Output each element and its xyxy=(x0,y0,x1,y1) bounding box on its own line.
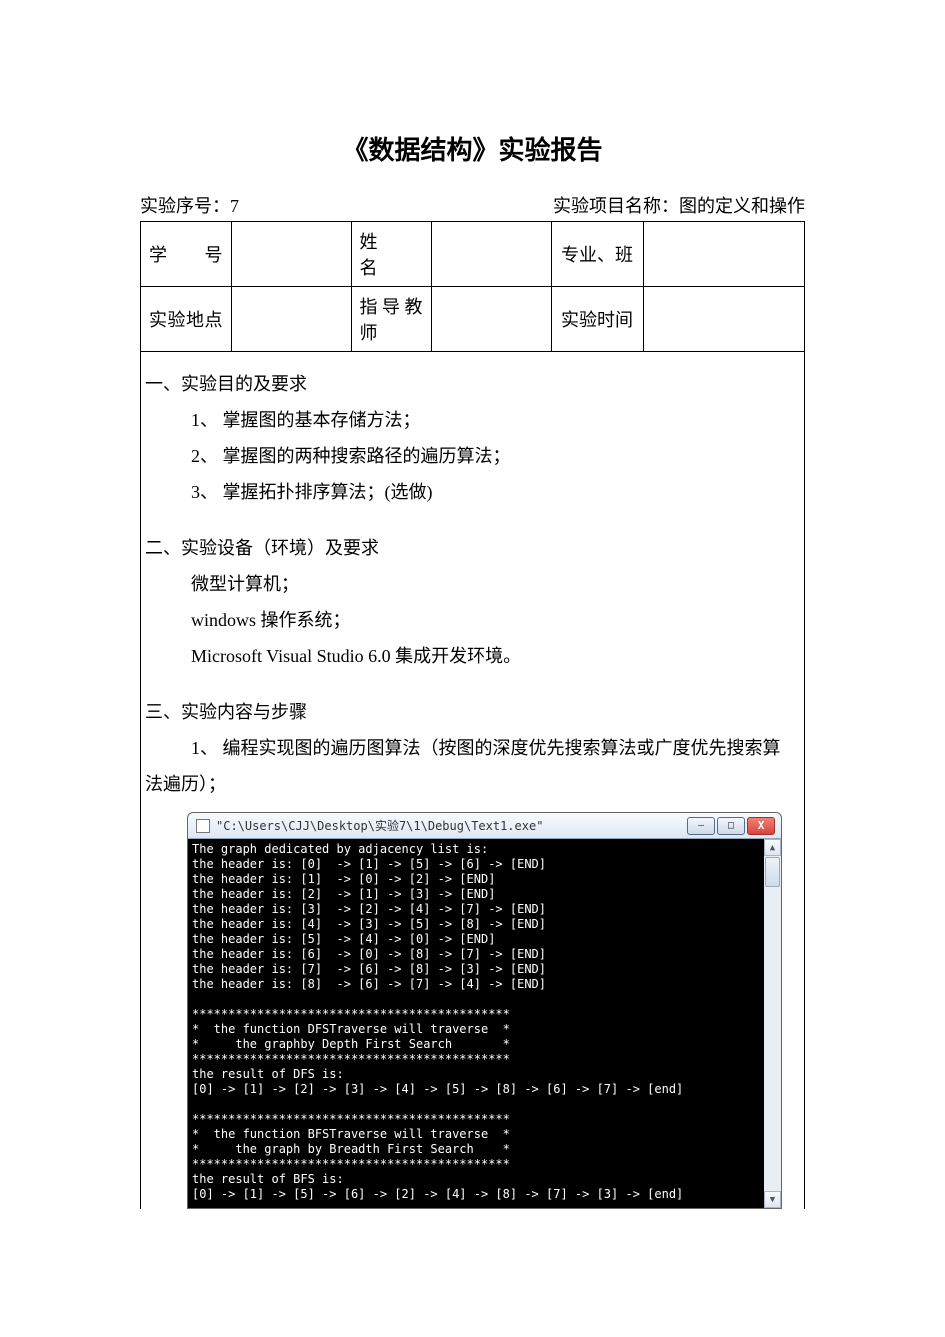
maximize-button[interactable]: □ xyxy=(717,817,745,835)
info-table: 学 号 姓 名 专业、班 实验地点 指导教师 实验时间 xyxy=(141,222,804,352)
chevron-down-icon: ▼ xyxy=(770,1191,775,1209)
page-title: 《数据结构》实验报告 xyxy=(140,130,805,167)
cell-place-label: 实验地点 xyxy=(141,287,231,352)
section-3-line-2: 法遍历）； xyxy=(145,766,800,802)
cell-place-value xyxy=(231,287,351,352)
table-row: 学 号 姓 名 专业、班 xyxy=(141,222,804,287)
app-icon xyxy=(196,819,210,833)
scroll-track[interactable] xyxy=(764,888,781,1191)
console-titlebar: "C:\Users\CJJ\Desktop\实验7\1\Debug\Text1.… xyxy=(188,813,781,839)
cell-class-value xyxy=(643,222,804,287)
close-icon: X xyxy=(758,815,765,837)
cell-teacher-value xyxy=(431,287,551,352)
section-2-line-2: windows 操作系统； xyxy=(145,602,800,638)
cell-time-value xyxy=(643,287,804,352)
console-window: "C:\Users\CJJ\Desktop\实验7\1\Debug\Text1.… xyxy=(187,812,782,1209)
section-1-heading: 一、实验目的及要求 xyxy=(145,366,800,402)
section-2-line-3: Microsoft Visual Studio 6.0 集成开发环境。 xyxy=(145,638,800,674)
body-content: 一、实验目的及要求 1、 掌握图的基本存储方法； 2、 掌握图的两种搜索路径的遍… xyxy=(141,352,804,1209)
section-3-heading: 三、实验内容与步骤 xyxy=(145,694,800,730)
scroll-thumb[interactable] xyxy=(765,857,780,887)
section-2-line-1: 微型计算机； xyxy=(145,566,800,602)
section-1-item-1: 1、 掌握图的基本存储方法； xyxy=(145,402,800,438)
seq-value: 7 xyxy=(230,196,239,216)
project-value: 图的定义和操作 xyxy=(679,196,805,216)
project-field: 实验项目名称：图的定义和操作 xyxy=(553,192,805,218)
cell-teacher-label: 指导教师 xyxy=(351,287,431,352)
seq-label: 实验序号： xyxy=(140,196,230,216)
scroll-up-button[interactable]: ▲ xyxy=(764,839,781,856)
scrollbar[interactable]: ▲ ▼ xyxy=(764,839,781,1208)
console-body-wrap: The graph dedicated by adjacency list is… xyxy=(188,839,781,1208)
console-title-text: "C:\Users\CJJ\Desktop\实验7\1\Debug\Text1.… xyxy=(216,814,687,838)
meta-row: 实验序号：7 实验项目名称：图的定义和操作 xyxy=(140,192,805,218)
console-output: The graph dedicated by adjacency list is… xyxy=(188,839,764,1208)
cell-name-value xyxy=(431,222,551,287)
cell-student-id-label: 学 号 xyxy=(141,222,231,287)
window-buttons: – □ X xyxy=(687,817,775,835)
maximize-icon: □ xyxy=(728,816,734,836)
report-body-box: 学 号 姓 名 专业、班 实验地点 指导教师 实验时间 一、实验目的及要求 1、… xyxy=(140,221,805,1209)
section-3-line-1: 1、 编程实现图的遍历图算法（按图的深度优先搜索算法或广度优先搜索算 xyxy=(145,730,800,766)
cell-student-id-value xyxy=(231,222,351,287)
seq-field: 实验序号：7 xyxy=(140,192,239,218)
scroll-down-button[interactable]: ▼ xyxy=(764,1191,781,1208)
section-2-heading: 二、实验设备（环境）及要求 xyxy=(145,530,800,566)
section-1-item-2: 2、 掌握图的两种搜索路径的遍历算法； xyxy=(145,438,800,474)
cell-class-label: 专业、班 xyxy=(551,222,643,287)
minimize-button[interactable]: – xyxy=(687,817,715,835)
close-button[interactable]: X xyxy=(747,817,775,835)
project-label: 实验项目名称： xyxy=(553,196,679,216)
cell-time-label: 实验时间 xyxy=(551,287,643,352)
table-row: 实验地点 指导教师 实验时间 xyxy=(141,287,804,352)
chevron-up-icon: ▲ xyxy=(770,839,775,857)
section-1-item-3: 3、 掌握拓扑排序算法；(选做) xyxy=(145,474,800,510)
cell-name-label: 姓 名 xyxy=(351,222,431,287)
minimize-icon: – xyxy=(698,816,704,836)
